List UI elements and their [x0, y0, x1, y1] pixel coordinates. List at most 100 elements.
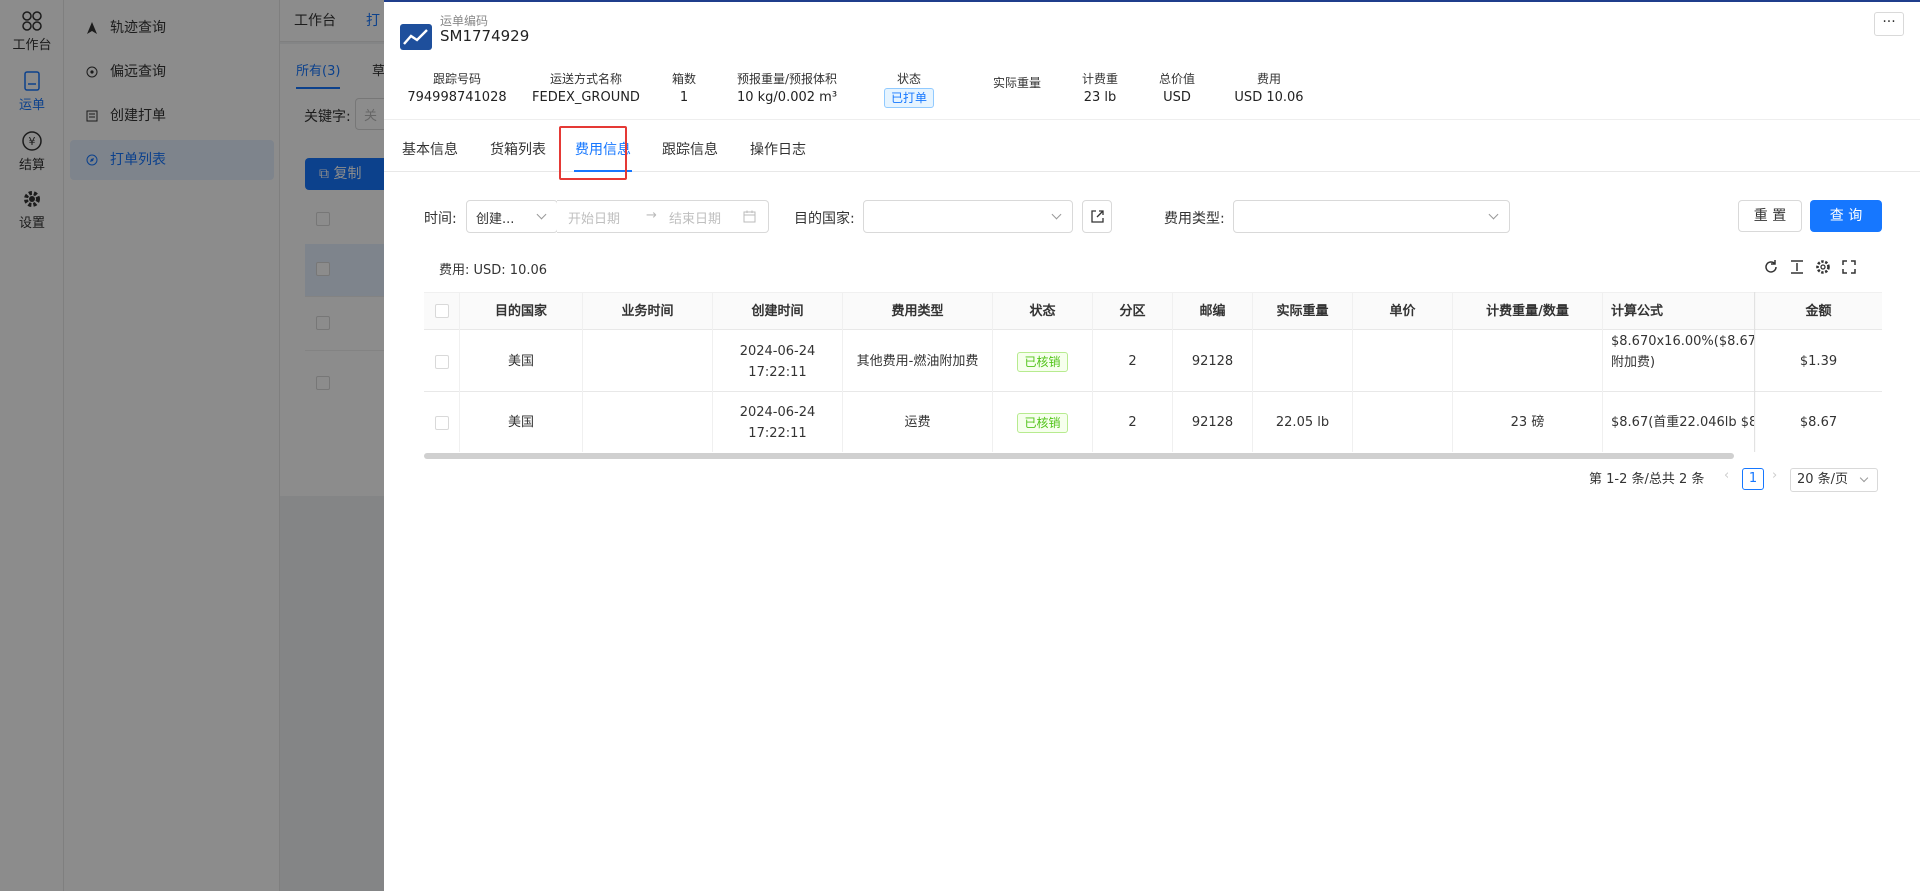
- summary-key: 总价值: [1158, 72, 1195, 86]
- pagination-total: 第 1-2 条/总共 2 条: [1589, 472, 1705, 487]
- status-badge: 已核销: [1017, 412, 1068, 433]
- page-number-current[interactable]: 1: [1742, 468, 1764, 490]
- summary-key: 计费重: [1081, 72, 1118, 86]
- col-bill-weight: 计费重量/数量: [1453, 293, 1603, 331]
- summary-value: 23 lb: [1083, 90, 1117, 105]
- tab-operation-log[interactable]: 操作日志: [748, 120, 808, 172]
- summary-key: 箱数: [671, 72, 696, 86]
- created-date: 2024-06-24: [739, 404, 816, 420]
- cell-zone: 2: [1093, 331, 1173, 392]
- cell-unit-price: [1353, 392, 1453, 452]
- col-zone: 分区: [1093, 293, 1173, 331]
- dest-country-select[interactable]: [863, 200, 1073, 233]
- trend-logo-icon: [400, 24, 432, 50]
- cell-zip: 92128: [1173, 331, 1253, 392]
- col-fee-type: 费用类型: [843, 293, 993, 331]
- time-type-value: 创建...: [476, 212, 515, 227]
- cell-zone: 2: [1093, 392, 1173, 452]
- search-button[interactable]: 查 询: [1810, 200, 1882, 232]
- col-actual-weight: 实际重量: [1253, 293, 1353, 331]
- header-checkbox-cell: [424, 293, 460, 331]
- summary-forecast: 预报重量/预报体积 10 kg/0.002 m³: [722, 70, 852, 108]
- summary-value: [984, 96, 1050, 116]
- formula-line: $8.670x16.00%($8.670: [1611, 334, 1755, 349]
- page-size-select[interactable]: 20 条/页: [1790, 468, 1878, 492]
- created-clock: 17:22:11: [748, 425, 807, 441]
- waybill-summary: 跟踪号码 794998741028 运送方式名称 FEDEX_GROUND 箱数…: [384, 70, 1920, 118]
- summary-box-count: 箱数 1: [664, 70, 704, 108]
- tab-box-list[interactable]: 货箱列表: [488, 120, 548, 172]
- fee-total: 费用: USD: 10.06: [439, 263, 548, 278]
- cell-dest-country: 美国: [460, 331, 583, 392]
- summary-key: 费用: [1256, 72, 1281, 86]
- table-header: 目的国家 业务时间 创建时间 费用类型 状态 分区 邮编 实际重量 单价 计费重…: [424, 292, 1882, 331]
- cell-fee-type: 运费: [843, 392, 993, 452]
- cell-fee-type: 其他费用-燃油附加费: [843, 331, 993, 392]
- summary-fee: 费用 USD 10.06: [1224, 70, 1314, 108]
- summary-value[interactable]: 794998741028: [402, 88, 512, 108]
- cell-formula: $8.67(首重22.046lb $8: [1603, 392, 1755, 452]
- col-formula: 计算公式: [1603, 293, 1755, 331]
- fee-type-label: 费用类型:: [1164, 211, 1225, 227]
- summary-tracking: 跟踪号码 794998741028: [402, 70, 512, 108]
- settings-icon[interactable]: [1814, 258, 1832, 276]
- dest-country-label: 目的国家:: [794, 211, 855, 227]
- summary-key: 跟踪号码: [432, 72, 481, 86]
- table-row: 美国 2024-06-24 17:22:11 其他费用-燃油附加费 已核销 2 9…: [424, 331, 1882, 392]
- summary-billing-weight: 计费重 23 lb: [1074, 70, 1126, 108]
- summary-total-value: 总价值 USD: [1152, 70, 1202, 108]
- summary-actual-weight: 实际重量: [984, 70, 1050, 116]
- table-row: 美国 2024-06-24 17:22:11 运费 已核销 2 92128 22.…: [424, 392, 1882, 452]
- refresh-icon[interactable]: [1762, 258, 1780, 276]
- tab-tracking-info[interactable]: 跟踪信息: [660, 120, 720, 172]
- row-checkbox-cell: [424, 392, 460, 452]
- created-date: 2024-06-24: [739, 343, 816, 359]
- summary-key: 实际重量: [992, 76, 1041, 90]
- summary-value: USD: [1163, 90, 1191, 105]
- external-link-icon: [1091, 210, 1104, 223]
- chevron-down-icon: [1859, 473, 1869, 483]
- tab-basic-info[interactable]: 基本信息: [400, 120, 460, 172]
- summary-value: FEDEX_GROUND: [532, 90, 640, 105]
- table-horizontal-scrollbar[interactable]: [424, 453, 1734, 459]
- cell-bill-weight: [1453, 331, 1603, 392]
- summary-shipping-method: 运送方式名称 FEDEX_GROUND: [526, 70, 646, 108]
- cell-actual-weight: [1253, 331, 1353, 392]
- summary-value: 1: [679, 90, 689, 105]
- cell-created-time: 2024-06-24 17:22:11: [713, 331, 843, 392]
- reset-button[interactable]: 重 置: [1738, 200, 1802, 232]
- next-page-icon[interactable]: ›: [1772, 468, 1777, 492]
- highlight-box: [559, 126, 627, 180]
- cell-dest-country: 美国: [460, 392, 583, 452]
- summary-value: 10 kg/0.002 m³: [736, 90, 838, 105]
- cell-formula: $8.670x16.00%($8.670 附加费): [1603, 331, 1755, 392]
- col-amount: 金额: [1805, 304, 1832, 319]
- end-date-input[interactable]: 结束日期: [669, 208, 721, 227]
- row-checkbox-cell: [424, 331, 460, 392]
- cell-biz-time: [583, 392, 713, 452]
- page-size-value: 20 条/页: [1797, 472, 1849, 487]
- col-created-time: 创建时间: [713, 293, 843, 331]
- start-date-input[interactable]: 开始日期: [568, 208, 620, 227]
- waybill-detail-drawer: 运单编码 SM1774929 ··· 跟踪号码 794998741028 运送方…: [384, 0, 1920, 891]
- more-actions-button[interactable]: ···: [1874, 12, 1904, 36]
- fee-type-select[interactable]: [1233, 200, 1510, 233]
- cell-amount: $1.39: [1799, 354, 1838, 369]
- prev-page-icon[interactable]: ‹: [1724, 468, 1729, 492]
- select-all-checkbox[interactable]: [434, 304, 449, 318]
- created-clock: 17:22:11: [748, 364, 807, 380]
- external-link-button[interactable]: [1082, 200, 1112, 233]
- row-checkbox[interactable]: [434, 354, 449, 369]
- summary-status: 状态 已打单: [874, 70, 944, 108]
- col-dest-country: 目的国家: [460, 293, 583, 331]
- col-unit-price: 单价: [1353, 293, 1453, 331]
- summary-key: 运送方式名称: [549, 72, 622, 86]
- formula-line: 附加费): [1611, 355, 1656, 370]
- row-checkbox[interactable]: [434, 415, 449, 430]
- chevron-down-icon: [1051, 209, 1062, 220]
- status-badge: 已核销: [1017, 351, 1068, 372]
- fullscreen-icon[interactable]: [1840, 258, 1858, 276]
- column-height-icon[interactable]: [1788, 258, 1806, 276]
- chevron-down-icon: [1488, 209, 1499, 220]
- summary-value: USD 10.06: [1234, 90, 1304, 105]
